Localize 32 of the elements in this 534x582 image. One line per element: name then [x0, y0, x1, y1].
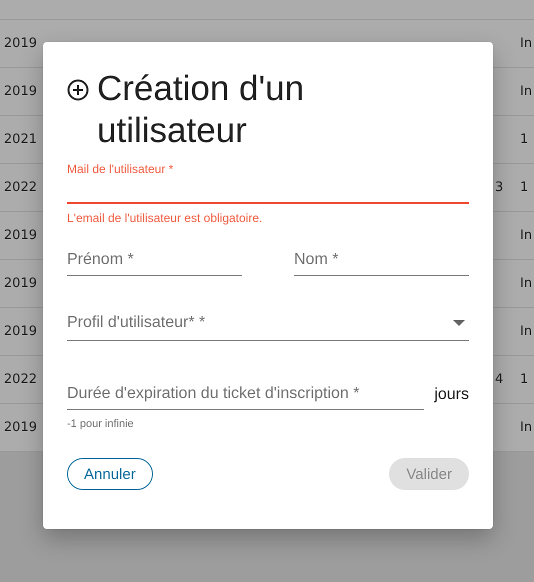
table-cell-text: In	[520, 36, 534, 51]
table-cell-text: 2019	[2, 276, 37, 291]
table-cell-text: In	[520, 276, 534, 291]
dialog-title: Création d'un utilisateur	[97, 68, 306, 152]
last-name-field[interactable]: Nom *	[294, 245, 469, 276]
table-cell-text: 2022	[2, 372, 37, 387]
add-icon	[67, 79, 89, 101]
unit-label: jours	[434, 386, 469, 404]
table-cell-text: 1	[520, 132, 530, 147]
table-cell-text: In	[520, 420, 534, 435]
table-cell-text: 1	[520, 180, 530, 195]
table-cell: 3	[495, 180, 504, 195]
expiration-field[interactable]: Durée d'expiration du ticket d'inscription *	[67, 379, 424, 410]
table-cell-text: 2021	[2, 132, 37, 147]
table-cell-text: 2019	[2, 324, 37, 339]
table-cell-text: 2019	[2, 84, 37, 99]
profile-select[interactable]: Profil d'utilisateur* *	[67, 308, 469, 341]
first-name-field[interactable]: Prénom *	[67, 245, 242, 276]
cancel-button[interactable]: Annuler	[67, 458, 153, 490]
table-cell-text: 2019	[2, 420, 37, 435]
table-cell-text: 2019	[2, 36, 37, 51]
field-hint: -1 pour infinie	[67, 418, 135, 430]
table-cell-text: 2019	[2, 228, 37, 243]
table-cell-text: 1	[520, 372, 530, 387]
error-message: L'email de l'utilisateur est obligatoire.	[67, 211, 264, 225]
field-label: Mail de l'utilisateur *	[67, 162, 174, 176]
table-cell-text: In	[520, 324, 534, 339]
table-cell-text: In	[520, 228, 534, 243]
table-cell-text: 2022	[2, 180, 37, 195]
table-cell: 4	[495, 372, 504, 387]
table-cell-text: In	[520, 84, 534, 99]
dropdown-caret-icon	[453, 320, 465, 326]
